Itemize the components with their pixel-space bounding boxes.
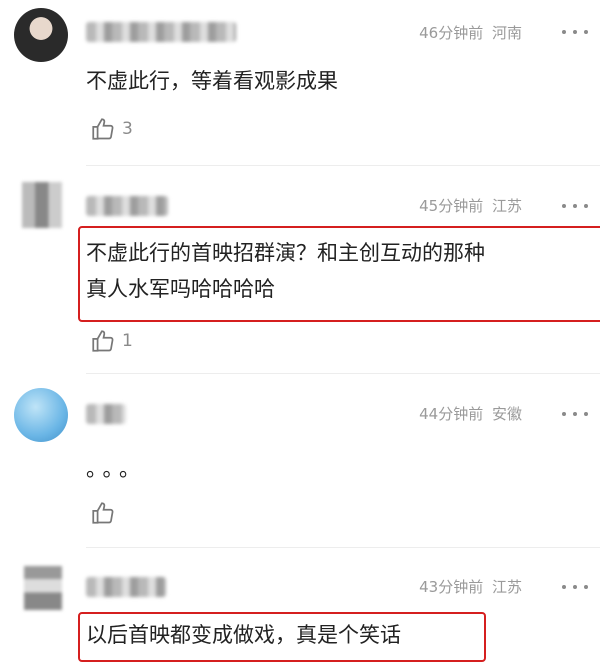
- avatar[interactable]: [14, 388, 68, 442]
- comment-time: 45分钟前: [419, 197, 484, 215]
- like-count: 3: [122, 119, 133, 139]
- comment-time: 43分钟前: [419, 578, 484, 596]
- username-blurred[interactable]: [86, 404, 126, 424]
- comment-location: 安徽: [491, 405, 522, 423]
- like-count: 1: [122, 331, 133, 351]
- thumbs-up-icon: [92, 330, 114, 352]
- comment-text: 不虚此行，等着看观影成果: [86, 69, 338, 93]
- comment-location: 江苏: [491, 197, 522, 215]
- comment-time: 44分钟前: [419, 405, 484, 423]
- thumbs-up-icon: [92, 502, 114, 524]
- like-button[interactable]: 3: [90, 116, 133, 142]
- comment-location: 江苏: [491, 578, 522, 596]
- more-dots-icon[interactable]: [562, 196, 588, 216]
- divider: [86, 547, 600, 548]
- comment-meta: 44分钟前 安徽: [415, 403, 522, 424]
- comment-meta: 45分钟前 江苏: [415, 195, 522, 216]
- username-blurred[interactable]: [86, 196, 168, 216]
- username-blurred[interactable]: [86, 22, 236, 42]
- more-dots-icon[interactable]: [562, 404, 588, 424]
- comment-meta: 43分钟前 江苏: [415, 576, 522, 597]
- username-blurred[interactable]: [86, 577, 166, 597]
- comment-text-line: 真人水军吗哈哈哈哈: [86, 277, 275, 301]
- avatar[interactable]: [24, 566, 62, 610]
- comment-meta: 46分钟前 河南: [415, 22, 522, 43]
- comment-location: 河南: [491, 24, 522, 42]
- more-dots-icon[interactable]: [562, 577, 588, 597]
- avatar[interactable]: [22, 182, 62, 228]
- thumbs-up-icon: [92, 118, 114, 140]
- like-button[interactable]: [90, 500, 122, 526]
- divider: [86, 373, 600, 374]
- more-dots-icon[interactable]: [562, 22, 588, 42]
- avatar[interactable]: [14, 8, 68, 62]
- comment-text-line: 不虚此行的首映招群演？和主创互动的那种: [86, 241, 485, 265]
- comment-time: 46分钟前: [419, 24, 484, 42]
- comment-text: 。。。: [86, 457, 146, 481]
- like-button[interactable]: 1: [90, 328, 133, 354]
- divider: [86, 165, 600, 166]
- comment-text: 以后首映都变成做戏，真是个笑话: [86, 623, 401, 647]
